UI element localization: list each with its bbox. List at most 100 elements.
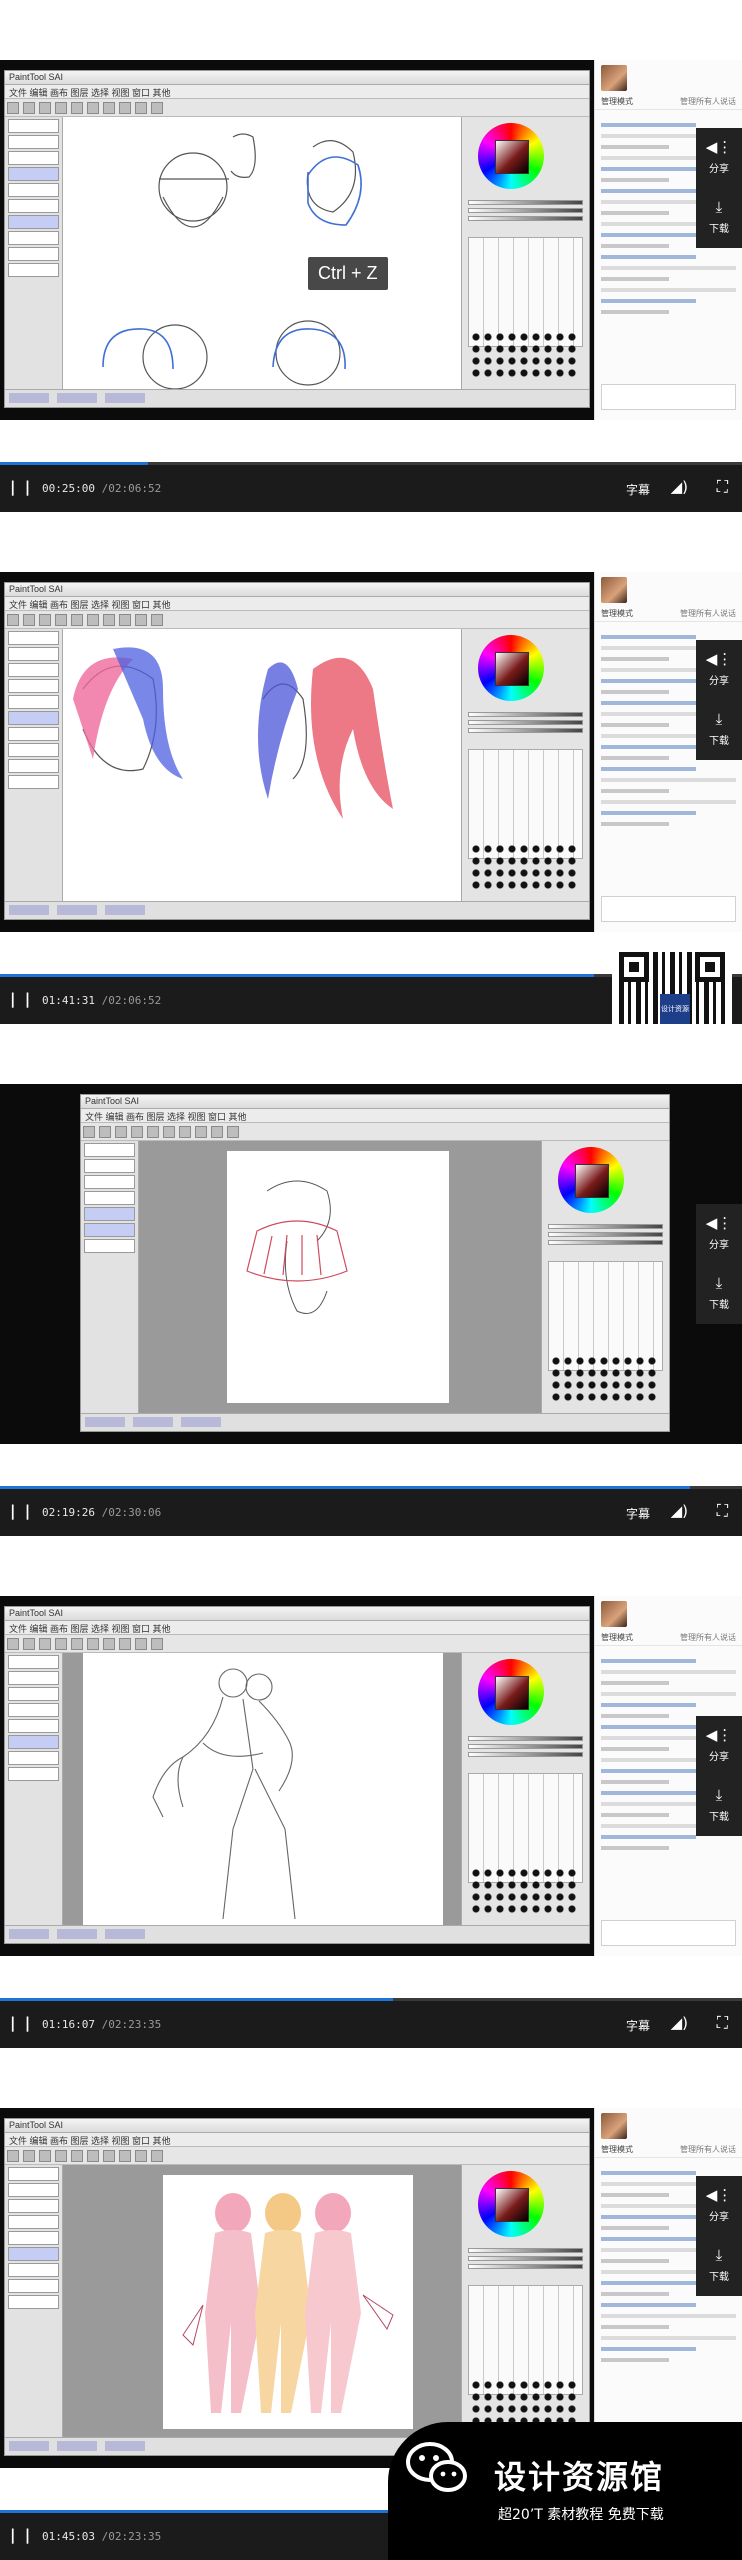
brush-size-dots[interactable]	[550, 1355, 660, 1405]
sai-toolbar[interactable]	[81, 1123, 669, 1141]
chat-manage-link[interactable]: 管理所有人说话	[680, 608, 736, 619]
color-wheel[interactable]	[478, 2171, 544, 2237]
chat-input[interactable]	[601, 896, 736, 922]
share-button[interactable]: ◀⋮ 分享	[696, 1204, 742, 1264]
share-button[interactable]: ◀⋮ 分享	[696, 128, 742, 188]
download-button[interactable]: ⤓ 下载	[696, 2236, 742, 2296]
layer-panel[interactable]	[81, 1141, 139, 1413]
subtitle-button[interactable]: 字幕	[626, 481, 650, 498]
fullscreen-icon[interactable]: ⛶	[717, 2013, 728, 2033]
sai-toolbar[interactable]	[5, 611, 589, 629]
download-button[interactable]: ⤓ 下载	[696, 1776, 742, 1836]
video-player[interactable]: PaintTool SAI 文件 编辑 画布 图层 选择 视图 窗口 其他	[0, 60, 742, 420]
video-player[interactable]: PaintTool SAI 文件 编辑 画布 图层 选择 视图 窗口 其他	[0, 572, 742, 932]
color-wheel[interactable]	[478, 123, 544, 189]
color-brush-panel[interactable]	[461, 629, 589, 901]
color-brush-panel[interactable]	[461, 2165, 589, 2437]
chat-manage-link[interactable]: 管理所有人说话	[680, 1632, 736, 1643]
pause-icon[interactable]: | |	[10, 478, 32, 496]
qr-code: 设计资源	[612, 945, 732, 1024]
brush-size-dots[interactable]	[470, 843, 580, 893]
progress-bar[interactable]	[0, 1998, 742, 2001]
download-icon: ⤓	[715, 1274, 723, 1292]
sai-window: PaintTool SAI 文件 编辑 画布 图层 选择 视图 窗口 其他	[80, 1094, 670, 1432]
sai-statusbar	[5, 901, 589, 919]
color-brush-panel[interactable]	[541, 1141, 669, 1413]
sai-title: PaintTool SAI	[5, 2119, 589, 2133]
drawing-canvas[interactable]	[63, 1653, 461, 1925]
control-bar: | | 02:19:26 /02:30:06 字幕 ◢) ⛶	[0, 1486, 742, 1536]
control-bar: | | 01:16:07 /02:23:35 字幕 ◢) ⛶	[0, 1998, 742, 2048]
watermark-tagline: 超20’T 素材教程 免费下载	[498, 2507, 664, 2523]
site-watermark: 设计资源馆 超20’T 素材教程 免费下载	[388, 2422, 742, 2560]
hair-sketches	[73, 647, 393, 819]
chat-manage-link[interactable]: 管理所有人说话	[680, 96, 736, 107]
time-display: 01:41:31 /02:06:52	[42, 994, 162, 1007]
sai-toolbar[interactable]	[5, 2147, 589, 2165]
drawing-canvas[interactable]: Ctrl + Z	[63, 117, 461, 389]
fullscreen-icon[interactable]: ⛶	[717, 1501, 728, 1521]
volume-icon[interactable]: ◢)	[671, 1502, 688, 1520]
chat-mode-label: 管理模式	[601, 1633, 633, 1642]
pause-icon[interactable]: | |	[10, 1502, 32, 1520]
video-player[interactable]: PaintTool SAI 文件 编辑 画布 图层 选择 视图 窗口 其他	[0, 1084, 742, 1444]
sai-statusbar	[5, 1925, 589, 1943]
canvas-paper	[163, 2175, 413, 2429]
share-button[interactable]: ◀⋮ 分享	[696, 640, 742, 700]
video-frame-3: PaintTool SAI 文件 编辑 画布 图层 选择 视图 窗口 其他 ◀⋮…	[0, 1024, 742, 1536]
volume-icon[interactable]: ◢)	[671, 478, 688, 496]
chat-manage-link[interactable]: 管理所有人说话	[680, 2144, 736, 2155]
sai-toolbar[interactable]	[5, 99, 589, 117]
control-bar: | | 00:25:00 /02:06:52 字幕 ◢) ⛶	[0, 462, 742, 512]
subtitle-button[interactable]: 字幕	[626, 2017, 650, 2034]
color-wheel[interactable]	[478, 1659, 544, 1725]
sai-menu[interactable]: 文件 编辑 画布 图层 选择 视图 窗口 其他	[5, 597, 589, 611]
color-brush-panel[interactable]	[461, 1653, 589, 1925]
download-button[interactable]: ⤓ 下载	[696, 188, 742, 248]
side-actions: ◀⋮ 分享 ⤓ 下载	[696, 2176, 742, 2296]
share-button[interactable]: ◀⋮ 分享	[696, 1716, 742, 1776]
download-button[interactable]: ⤓ 下载	[696, 700, 742, 760]
skirt-sketch	[246, 1180, 348, 1314]
color-wheel[interactable]	[478, 635, 544, 701]
layer-panel[interactable]	[5, 117, 63, 389]
canvas-paper	[227, 1151, 449, 1403]
sai-window: PaintTool SAI 文件 编辑 画布 图层 选择 视图 窗口 其他	[4, 1606, 590, 1944]
chat-input[interactable]	[601, 1920, 736, 1946]
subtitle-button[interactable]: 字幕	[626, 1505, 650, 1522]
chat-input[interactable]	[601, 384, 736, 410]
brush-size-dots[interactable]	[470, 1867, 580, 1917]
video-player[interactable]: PaintTool SAI 文件 编辑 画布 图层 选择 视图 窗口 其他	[0, 1596, 742, 1956]
brush-size-dots[interactable]	[470, 331, 580, 381]
pause-icon[interactable]: | |	[10, 990, 32, 1008]
pose-sketch	[152, 1668, 296, 1920]
layer-panel[interactable]	[5, 629, 63, 901]
pause-icon[interactable]: | |	[10, 2014, 32, 2032]
progress-bar[interactable]	[0, 462, 742, 465]
side-actions: ◀⋮ 分享 ⤓ 下载	[696, 128, 742, 248]
sai-toolbar[interactable]	[5, 1635, 589, 1653]
drawing-canvas[interactable]	[139, 1141, 541, 1413]
side-actions: ◀⋮ 分享 ⤓ 下载	[696, 1716, 742, 1836]
sai-menu[interactable]: 文件 编辑 画布 图层 选择 视图 窗口 其他	[81, 1109, 669, 1123]
progress-bar[interactable]	[0, 1486, 742, 1489]
drawing-canvas[interactable]	[63, 629, 461, 901]
color-brush-panel[interactable]	[461, 117, 589, 389]
layer-panel[interactable]	[5, 1653, 63, 1925]
sai-menu[interactable]: 文件 编辑 画布 图层 选择 视图 窗口 其他	[5, 1621, 589, 1635]
sai-window: PaintTool SAI 文件 编辑 画布 图层 选择 视图 窗口 其他	[4, 582, 590, 920]
video-frame-2: PaintTool SAI 文件 编辑 画布 图层 选择 视图 窗口 其他 管理…	[0, 512, 742, 1024]
drawing-canvas[interactable]	[63, 2165, 461, 2437]
sai-menu[interactable]: 文件 编辑 画布 图层 选择 视图 窗口 其他	[5, 2133, 589, 2147]
canvas-paper	[63, 117, 461, 389]
sai-window: PaintTool SAI 文件 编辑 画布 图层 选择 视图 窗口 其他	[4, 70, 590, 408]
sai-menu[interactable]: 文件 编辑 画布 图层 选择 视图 窗口 其他	[5, 85, 589, 99]
fullscreen-icon[interactable]: ⛶	[717, 477, 728, 497]
layer-panel[interactable]	[5, 2165, 63, 2437]
share-button[interactable]: ◀⋮ 分享	[696, 2176, 742, 2236]
download-button[interactable]: ⤓ 下载	[696, 1264, 742, 1324]
volume-icon[interactable]: ◢)	[671, 2014, 688, 2032]
pause-icon[interactable]: | |	[10, 2526, 32, 2544]
video-player[interactable]: PaintTool SAI 文件 编辑 画布 图层 选择 视图 窗口 其他	[0, 2108, 742, 2468]
color-wheel[interactable]	[558, 1147, 624, 1213]
